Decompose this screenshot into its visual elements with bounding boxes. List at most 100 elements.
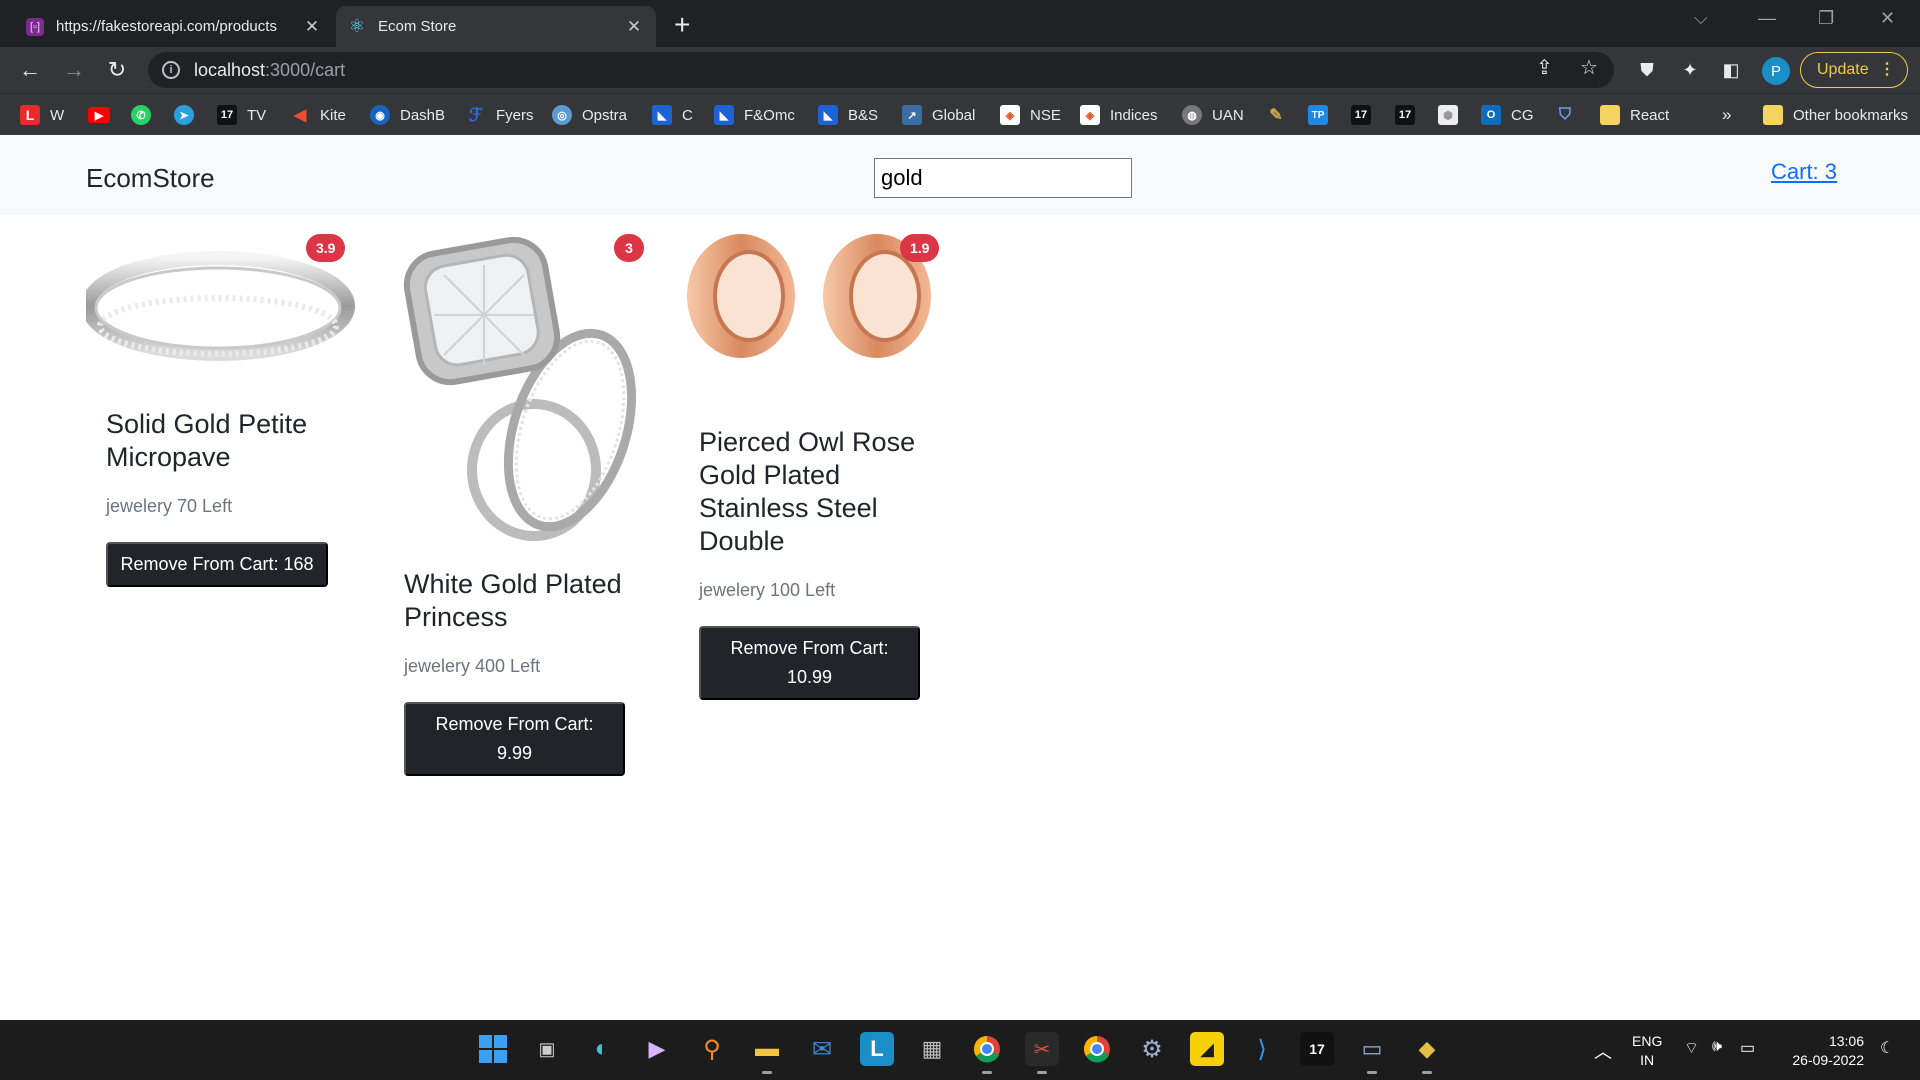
browser-tab-strip: [▫] https://fakestoreapi.com/products ✕ … [0, 0, 1920, 47]
bookmark-tv[interactable]: 17 TV [217, 104, 266, 126]
bookmark-dashb[interactable]: ◉ DashB [370, 104, 445, 126]
bookmarks-overflow-icon[interactable]: » [1722, 104, 1731, 126]
update-button[interactable]: Update ⋮ [1800, 52, 1908, 88]
snipping-tool-icon[interactable]: ✂ [1025, 1032, 1059, 1074]
chrome-beta-icon[interactable] [1080, 1032, 1114, 1066]
remove-from-cart-button[interactable]: Remove From Cart: 9.99 [404, 702, 625, 776]
remote-desktop-icon[interactable]: ▭ [1355, 1032, 1389, 1074]
bookmark-tradingview-3[interactable]: 17 [1395, 104, 1425, 126]
side-panel-icon[interactable]: ◧ [1720, 59, 1742, 81]
youtube-icon: ▶ [88, 107, 110, 123]
extensions-puzzle-icon[interactable]: ✦ [1679, 59, 1701, 81]
clock[interactable]: 13:06 26-09-2022 [1776, 1032, 1864, 1070]
more-menu-icon[interactable]: ⋮ [1879, 59, 1895, 79]
sticky-notes-icon[interactable]: ◢ [1190, 1032, 1224, 1066]
bookmark-label: TV [247, 106, 267, 124]
back-arrow-icon[interactable]: ← [16, 56, 44, 84]
reload-icon[interactable]: ↻ [103, 56, 131, 84]
calculator-icon[interactable]: ▦ [915, 1032, 949, 1066]
git-icon[interactable]: ◆ [1410, 1032, 1444, 1074]
restore-icon[interactable]: ❐ [1818, 8, 1834, 29]
search-input[interactable] [874, 158, 1132, 198]
bookmark-react[interactable]: React [1600, 104, 1669, 126]
bookmark-fyers[interactable]: ℱ Fyers [466, 104, 534, 126]
media-player-icon[interactable]: ▶ [640, 1032, 674, 1066]
globe-icon: ◍ [1182, 105, 1202, 125]
mail-icon[interactable]: ✉ [805, 1032, 839, 1066]
bookmark-opstra[interactable]: ◎ Opstra [552, 104, 627, 126]
bookmark-youtube[interactable]: ▶ [88, 104, 120, 126]
forward-arrow-icon[interactable]: → [60, 56, 88, 84]
file-explorer-icon[interactable]: ▬ [750, 1032, 784, 1074]
L-app-icon[interactable]: L [860, 1032, 894, 1066]
windows-taskbar: ▣ ◐ ▶ ⚲ ▬ ✉ L ▦ ✂ ⚙ ◢ ⟩ 17 ▭ ◆ ︿ ENG IN … [0, 1020, 1920, 1080]
tp-icon: TP [1308, 105, 1328, 125]
bookmark-shield[interactable]: ⛉ [1555, 104, 1585, 126]
windows-logo-icon [479, 1035, 507, 1063]
whatsapp-icon: ✆ [131, 105, 151, 125]
profile-avatar[interactable]: P [1762, 57, 1790, 85]
product-title: White Gold Plated Princess [404, 569, 622, 632]
bookmark-uan[interactable]: ◍ UAN [1182, 104, 1244, 126]
bookmark-w[interactable]: LW [20, 104, 64, 126]
language-indicator[interactable]: ENG IN [1632, 1032, 1662, 1070]
minimize-icon[interactable]: — [1758, 8, 1776, 29]
remove-from-cart-button[interactable]: Remove From Cart: 168 [106, 542, 328, 587]
tradingview-app-icon[interactable]: 17 [1300, 1032, 1334, 1066]
product-image: 1.9 [679, 230, 949, 390]
bookmark-tradingview-2[interactable]: 17 [1351, 104, 1381, 126]
remove-from-cart-button[interactable]: Remove From Cart: 10.99 [699, 626, 920, 700]
clock-time: 13:06 [1828, 1033, 1864, 1049]
search-everything-icon[interactable]: ⚲ [695, 1032, 729, 1066]
chrome-icon[interactable] [970, 1032, 1004, 1074]
bookmarks-bar: LW ▶ ✆ ➤ 17 TV ◀ Kite ◉ DashB ℱ Fyers ◎ Opstr… [0, 93, 1920, 135]
bookmark-global[interactable]: ↗ Global [902, 104, 975, 126]
react-favicon-icon: ⚛ [348, 16, 366, 36]
bookmark-star-icon[interactable]: ☆ [1580, 55, 1598, 80]
bookmark-whatsapp[interactable]: ✆ [131, 104, 161, 126]
bookmark-pen[interactable]: ✎ [1266, 104, 1296, 126]
battery-icon[interactable]: ▭ [1740, 1038, 1755, 1058]
volume-icon[interactable]: 🕪 [1712, 1038, 1722, 1056]
other-bookmarks[interactable]: Other bookmarks [1763, 104, 1908, 126]
bookmark-fomc[interactable]: ◣ F&Omc [714, 104, 795, 126]
bookmark-indices[interactable]: ◈ Indices [1080, 104, 1158, 126]
cart-link[interactable]: Cart: 3 [1771, 159, 1837, 185]
bookmark-telegram[interactable]: ➤ [174, 104, 204, 126]
show-hidden-icons-chevron-icon[interactable]: ︿ [1594, 1038, 1612, 1064]
bookmark-cube[interactable]: ⬢ [1438, 104, 1468, 126]
bookmark-bs[interactable]: ◣ B&S [818, 104, 878, 126]
address-bar[interactable]: i localhost:3000/cart [148, 52, 1614, 88]
bookmark-kite[interactable]: ◀ Kite [290, 104, 346, 126]
bookmark-c[interactable]: ◣ C [652, 104, 693, 126]
tab-search-chevron-icon[interactable]: ⌵ [1694, 8, 1708, 29]
bookmark-cg[interactable]: O CG [1481, 104, 1534, 126]
notifications-moon-icon[interactable]: ☾ [1880, 1038, 1894, 1058]
tradingview-icon: 17 [217, 105, 237, 125]
close-tab-icon[interactable]: ✕ [302, 17, 322, 37]
chrome-logo-icon [973, 1035, 1000, 1063]
bookmark-nse[interactable]: ◈ NSE [1000, 104, 1061, 126]
tab-fakestoreapi[interactable]: [▫] https://fakestoreapi.com/products ✕ [14, 6, 334, 47]
product-body: White Gold Plated Princess jewelery 400 … [384, 550, 654, 776]
edge-icon[interactable]: ◐ [585, 1032, 619, 1066]
site-info-icon[interactable]: i [162, 61, 180, 79]
update-label: Update [1817, 61, 1869, 78]
bookmark-tp[interactable]: TP [1308, 104, 1338, 126]
new-tab-plus-icon[interactable]: + [674, 9, 690, 41]
task-view-icon[interactable]: ▣ [530, 1032, 564, 1066]
brand-logo[interactable]: EcomStore [86, 163, 215, 194]
start-windows-icon[interactable] [476, 1032, 510, 1066]
close-tab-icon[interactable]: ✕ [624, 17, 644, 37]
L-icon: L [20, 105, 40, 125]
tab-ecom-store[interactable]: ⚛ Ecom Store ✕ [336, 6, 656, 47]
wifi-icon[interactable]: ⌔ [1684, 1038, 1699, 1058]
shield-extension-icon[interactable]: ⛊ [1636, 59, 1658, 81]
share-icon[interactable]: ⇪ [1536, 55, 1553, 80]
close-window-icon[interactable]: ✕ [1880, 8, 1895, 29]
tab-title: https://fakestoreapi.com/products [56, 18, 277, 35]
bookmark-label: Kite [320, 106, 346, 124]
vscode-icon[interactable]: ⟩ [1245, 1032, 1279, 1066]
settings-gear-icon[interactable]: ⚙ [1135, 1032, 1169, 1066]
product-title: Solid Gold Petite Micropave [106, 409, 308, 472]
